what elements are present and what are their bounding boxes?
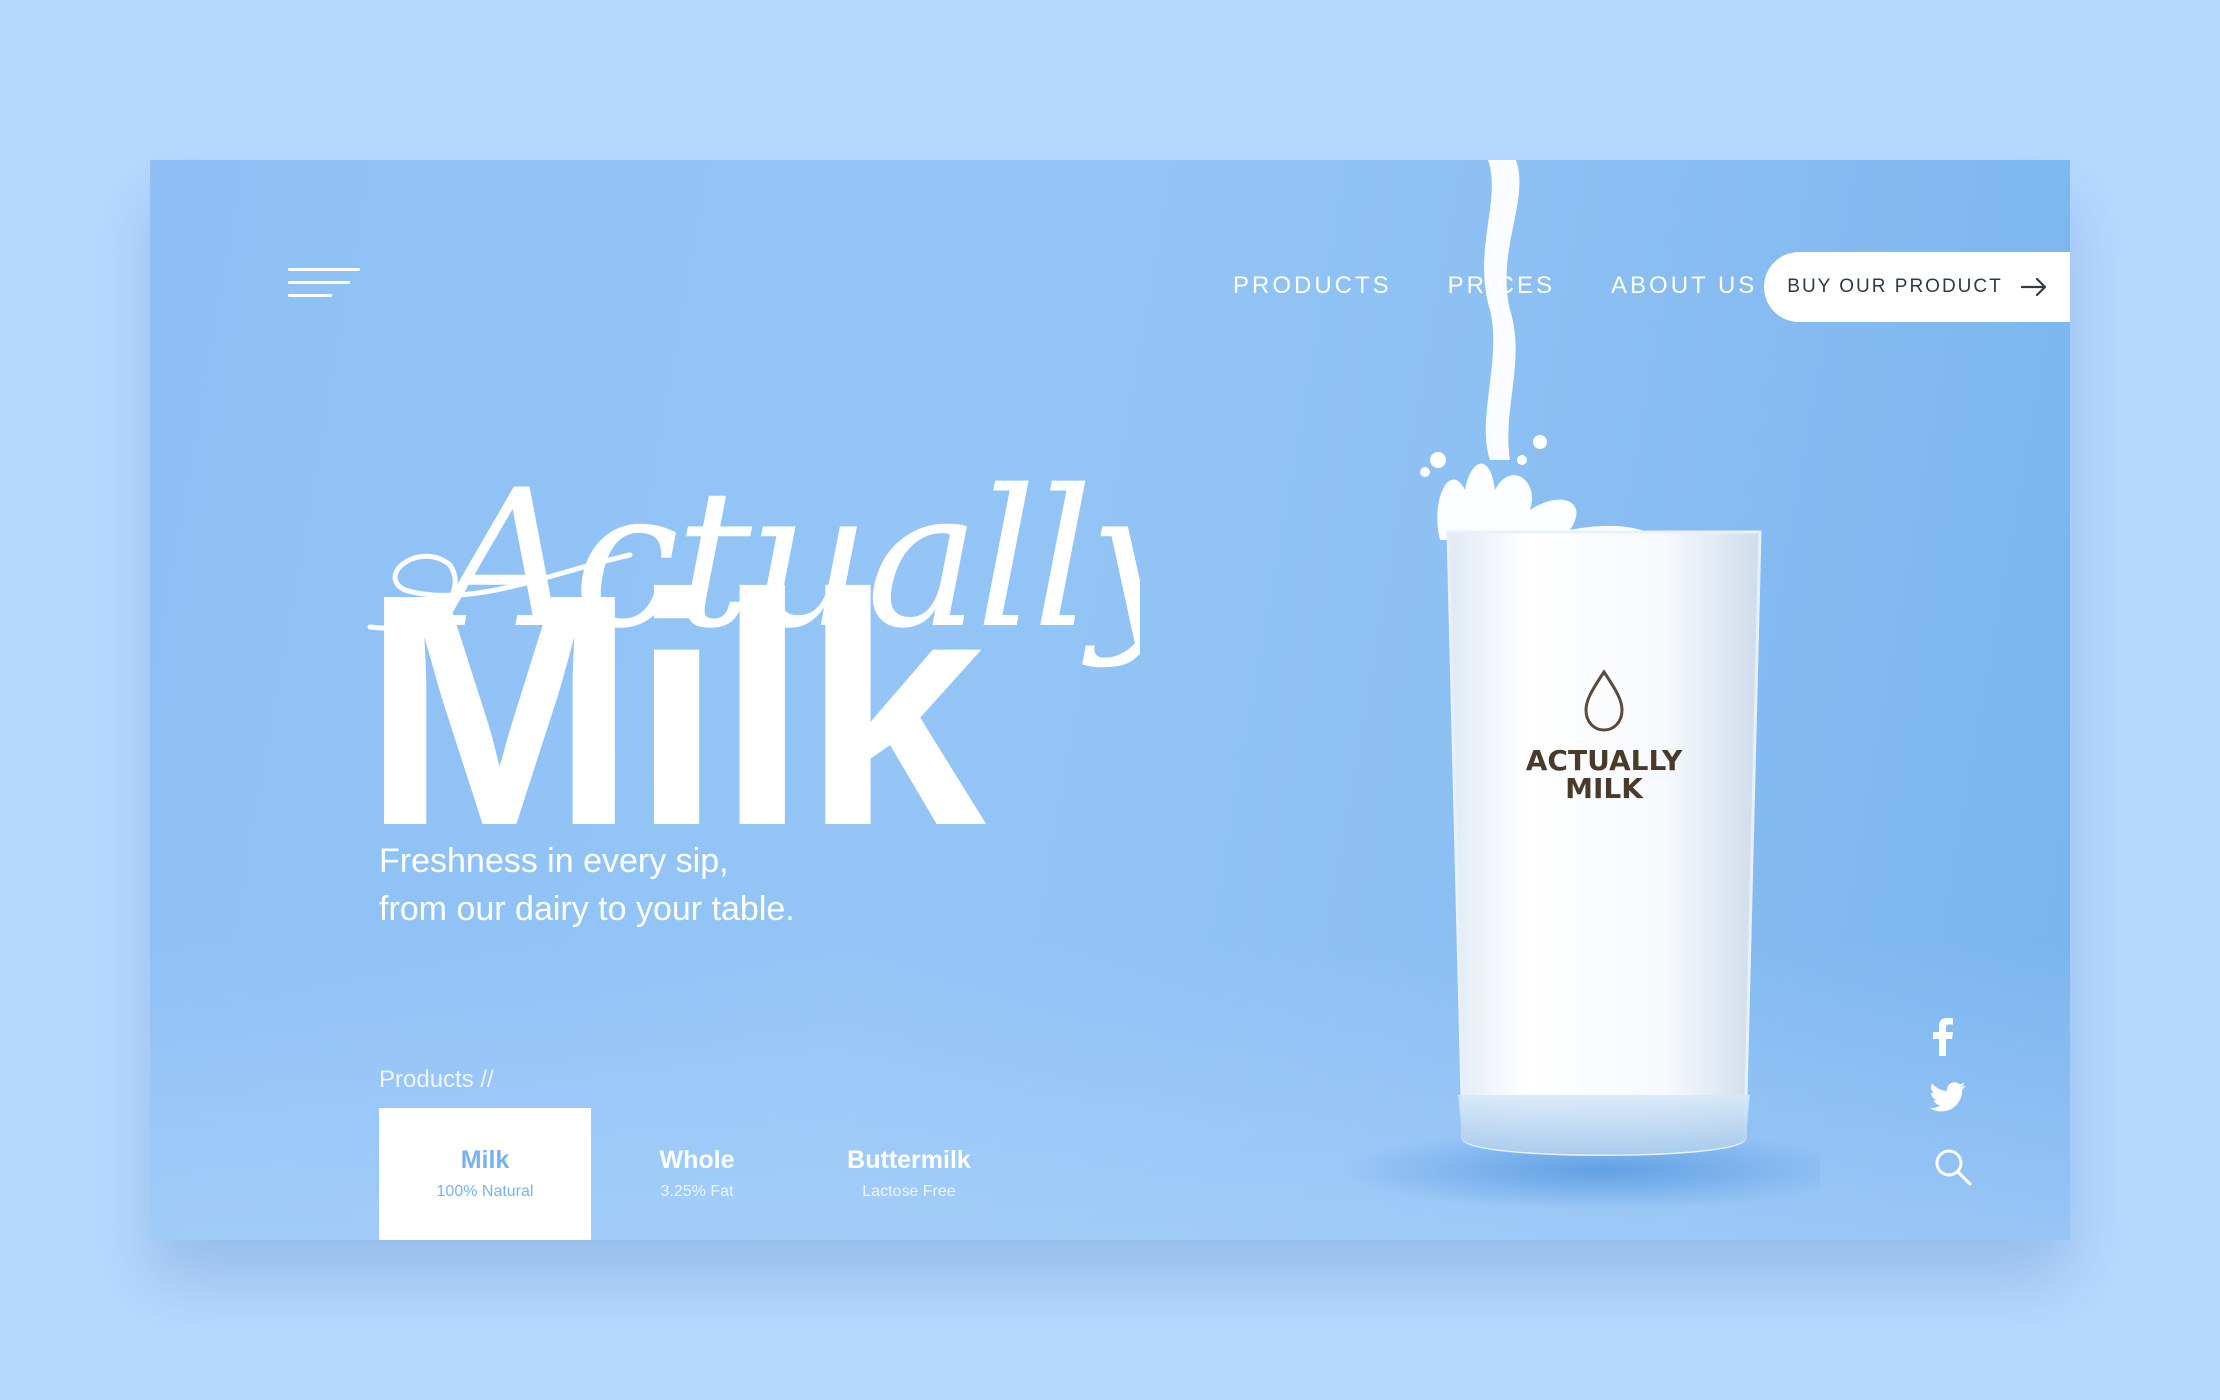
tab-milk-sub: 100% Natural <box>436 1183 534 1200</box>
tab-buttermilk[interactable]: Buttermilk Lactose Free <box>803 1108 1015 1240</box>
nav-products[interactable]: PRODUCTS <box>1233 272 1392 300</box>
glass-label-line-2: MILK <box>1565 772 1644 805</box>
milk-glass-image: ACTUALLY MILK <box>1340 160 1820 1210</box>
buy-product-label: BUY OUR PRODUCT <box>1787 276 2003 297</box>
glass-base <box>1458 1095 1750 1155</box>
tab-milk-name: Milk <box>460 1146 510 1174</box>
buy-product-button[interactable]: BUY OUR PRODUCT <box>1764 252 2070 322</box>
tab-buttermilk-sub: Lactose Free <box>862 1183 956 1200</box>
hero-card: PRODUCTS PRICES ABOUT US BUY OUR PRODUCT… <box>150 160 2070 1240</box>
tab-milk[interactable]: Milk 100% Natural <box>379 1108 591 1240</box>
hero-tagline: Freshness in every sip, from our dairy t… <box>379 837 795 933</box>
tagline-line-2: from our dairy to your table. <box>379 890 795 928</box>
tab-whole[interactable]: Whole 3.25% Fat <box>591 1108 803 1240</box>
hamburger-menu-icon[interactable] <box>288 268 360 302</box>
nav-prices[interactable]: PRICES <box>1448 272 1555 300</box>
twitter-icon[interactable] <box>1930 1082 1966 1112</box>
product-tabs: Milk 100% Natural Whole 3.25% Fat Butter… <box>379 1108 1015 1240</box>
milk-pour-stream <box>1484 160 1520 460</box>
tagline-line-1: Freshness in every sip, <box>379 842 729 880</box>
search-icon[interactable] <box>1934 1148 1972 1186</box>
glass-body <box>1446 530 1762 1156</box>
products-label: Products // <box>379 1066 494 1093</box>
script-word-text: Actually <box>425 449 1140 670</box>
nav-about-us[interactable]: ABOUT US <box>1611 272 1757 300</box>
tab-whole-name: Whole <box>659 1146 735 1174</box>
main-nav: PRODUCTS PRICES ABOUT US <box>1233 272 1813 300</box>
arrow-right-icon <box>2020 278 2046 296</box>
facebook-icon[interactable] <box>1932 1018 1954 1056</box>
milk-splash <box>1437 463 1660 540</box>
hero-script-word: Actually <box>367 449 1140 670</box>
tab-whole-sub: 3.25% Fat <box>660 1183 734 1200</box>
tab-buttermilk-name: Buttermilk <box>847 1146 971 1174</box>
